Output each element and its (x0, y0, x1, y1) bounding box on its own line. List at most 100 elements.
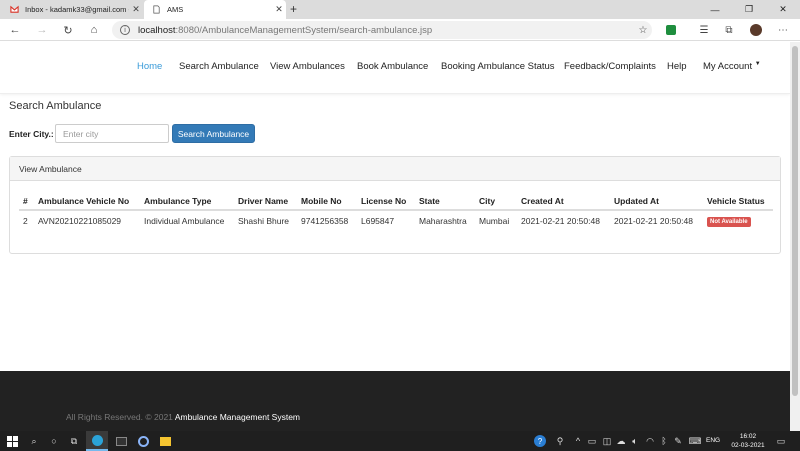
minimize-icon[interactable]: — (698, 0, 732, 19)
cell-type: Individual Ambulance (144, 216, 225, 226)
cell-state: Maharashtra (419, 216, 467, 226)
nav-my-account-label: My Account (703, 61, 753, 72)
nav-feedback[interactable]: Feedback/Complaints (564, 61, 656, 72)
col-type: Ambulance Type (140, 193, 234, 211)
tab-ams[interactable]: AMS ✕ (144, 0, 286, 19)
clock-date[interactable]: 02-03-2021 (728, 442, 768, 449)
site-info-icon[interactable]: i (120, 25, 130, 35)
cell-status: Not Available (703, 210, 773, 231)
tab-inbox[interactable]: Inbox - kadamk33@gmail.com - ✕ (0, 0, 143, 19)
url-field[interactable]: i localhost:8080/AmbulanceManagementSyst… (112, 21, 652, 39)
col-created: Created At (517, 193, 610, 211)
close-window-icon[interactable]: ✕ (766, 0, 800, 19)
cell-vehicle-no: AVN20210221085029 (38, 216, 122, 226)
help-icon[interactable]: ? (533, 434, 547, 448)
footer-copyright-text: All Rights Reserved. © 2021 (66, 412, 173, 422)
collections-icon[interactable]: ⧉ (722, 23, 736, 37)
col-status: Vehicle Status (703, 193, 773, 211)
webcam-icon[interactable]: ◫ (600, 434, 614, 448)
back-icon[interactable]: ← (7, 22, 23, 38)
search-icon[interactable]: ⌕ (27, 434, 41, 448)
site-footer: All Rights Reserved. © 2021 Ambulance Ma… (0, 371, 790, 431)
close-tab-icon[interactable]: ✕ (129, 4, 143, 15)
nav-search-ambulance[interactable]: Search Ambulance (179, 61, 259, 72)
page-scrollbar[interactable] (790, 42, 800, 431)
clock-time[interactable]: 16:02 (728, 433, 768, 440)
terminal-app-icon[interactable] (110, 431, 132, 451)
gmail-icon (10, 5, 19, 13)
extension-icon[interactable] (664, 23, 678, 37)
city-input[interactable] (55, 124, 169, 143)
col-vehicle-no: Ambulance Vehicle No (34, 193, 140, 211)
col-city: City (475, 193, 517, 211)
cell-number: 2 (23, 216, 28, 226)
forward-icon[interactable]: → (34, 22, 50, 38)
col-updated: Updated At (610, 193, 703, 211)
windows-start-icon[interactable] (5, 434, 19, 448)
notifications-icon[interactable]: ▭ (774, 434, 788, 448)
file-explorer-icon[interactable] (154, 431, 176, 451)
page-icon (153, 5, 160, 14)
onedrive-icon[interactable]: ☁ (614, 434, 628, 448)
battery-icon[interactable]: ▭ (585, 434, 599, 448)
favorite-star-icon[interactable]: ☆ (636, 23, 650, 37)
nav-booking-status[interactable]: Booking Ambulance Status (441, 61, 555, 72)
nav-help[interactable]: Help (667, 61, 687, 72)
wifi-icon[interactable]: ◠ (643, 434, 657, 448)
search-ambulance-button[interactable]: Search Ambulance (172, 124, 255, 143)
new-tab-icon[interactable]: + (290, 2, 297, 16)
browser-tab-strip: Inbox - kadamk33@gmail.com - ✕ AMS ✕ + —… (0, 0, 800, 19)
scrollbar-thumb[interactable] (792, 46, 798, 396)
col-state: State (415, 193, 475, 211)
cell-mobile: 9741256358 (301, 216, 349, 226)
people-icon[interactable]: ⚲ (553, 434, 567, 448)
view-ambulance-panel: View Ambulance # Ambulance Vehicle No Am… (9, 156, 781, 254)
status-badge: Not Available (707, 217, 751, 227)
table-header-row: # Ambulance Vehicle No Ambulance Type Dr… (19, 193, 773, 211)
avatar[interactable] (749, 23, 763, 37)
bluetooth-icon[interactable]: ᛒ (657, 434, 671, 448)
restore-icon[interactable]: ❐ (732, 0, 766, 19)
city-label: Enter City.: (9, 129, 54, 139)
pen-icon[interactable]: ✎ (671, 434, 685, 448)
cell-updated: 2021-02-21 20:50:48 (614, 216, 693, 226)
close-tab-icon[interactable]: ✕ (272, 4, 286, 15)
ambulance-table: # Ambulance Vehicle No Ambulance Type Dr… (19, 193, 773, 231)
panel-heading: View Ambulance (10, 157, 780, 181)
page-content: Home Search Ambulance View Ambulances Bo… (0, 42, 790, 431)
address-bar: ← → ↻ ⌂ i localhost:8080/AmbulanceManage… (0, 19, 800, 41)
table-row: 2 AVN20210221085029 Individual Ambulance… (19, 210, 773, 231)
nav-home[interactable]: Home (137, 61, 162, 72)
tab-label: AMS (167, 5, 184, 14)
cell-license: L695847 (361, 216, 395, 226)
nav-my-account[interactable]: My Account ▼ (703, 61, 761, 72)
favorites-icon[interactable]: ☰ (697, 23, 711, 37)
nav-book-ambulance[interactable]: Book Ambulance (357, 61, 428, 72)
col-mobile: Mobile No (297, 193, 357, 211)
site-navbar: Home Search Ambulance View Ambulances Bo… (0, 42, 790, 94)
nav-view-ambulances[interactable]: View Ambulances (270, 61, 345, 72)
cortana-icon[interactable]: ○ (47, 434, 61, 448)
edge-app-icon[interactable] (86, 431, 108, 451)
cell-driver: Shashi Bhure (238, 216, 290, 226)
footer-site-name: Ambulance Management System (174, 412, 301, 422)
col-license: License No (357, 193, 415, 211)
taskbar: ⌕ ○ ⧉ ? ⚲ ^ ▭ ◫ ☁ 🔈︎ ◠ ᛒ ✎ ⌨ ENG 16:02 0… (0, 431, 800, 451)
footer-copyright: All Rights Reserved. © 2021 Ambulance Ma… (66, 412, 300, 422)
settings-app-icon[interactable] (132, 431, 154, 451)
volume-icon[interactable]: 🔈︎ (628, 434, 642, 448)
task-view-icon[interactable]: ⧉ (67, 434, 81, 448)
keyboard-icon[interactable]: ⌨ (688, 434, 702, 448)
caret-down-icon: ▼ (754, 61, 761, 67)
cell-city: Mumbai (479, 216, 510, 226)
home-icon[interactable]: ⌂ (86, 22, 102, 38)
col-driver: Driver Name (234, 193, 297, 211)
more-options-icon[interactable]: ⋯ (776, 23, 790, 37)
col-number: # (19, 193, 34, 211)
url-host: localhost (138, 24, 176, 36)
reload-icon[interactable]: ↻ (60, 22, 76, 38)
tray-chevron-up-icon[interactable]: ^ (571, 434, 585, 448)
tab-label: Inbox - kadamk33@gmail.com - (25, 5, 129, 14)
url-path: :8080/AmbulanceManagementSystem/search-a… (175, 24, 433, 36)
language-indicator[interactable]: ENG (706, 437, 720, 444)
